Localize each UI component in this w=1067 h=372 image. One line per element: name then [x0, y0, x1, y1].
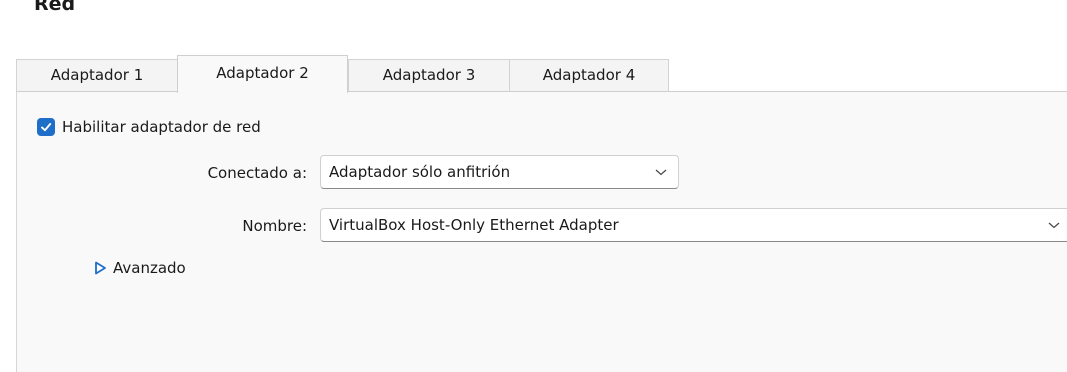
chevron-down-icon — [655, 169, 667, 176]
tab-adapter-2[interactable]: Adaptador 2 — [177, 55, 348, 93]
section-title: Red — [34, 0, 76, 15]
advanced-toggle[interactable]: Avanzado — [93, 257, 186, 279]
triangle-right-icon — [95, 261, 106, 275]
tab-adapter-1[interactable]: Adaptador 1 — [16, 59, 178, 91]
name-select[interactable]: VirtualBox Host-Only Ethernet Adapter — [320, 208, 1067, 242]
attached-to-value: Adaptador sólo anfitrión — [329, 163, 511, 181]
adapter-tab-bar: Adaptador 1 Adaptador 2 Adaptador 3 Adap… — [16, 55, 1067, 93]
advanced-label: Avanzado — [113, 259, 186, 277]
name-value: VirtualBox Host-Only Ethernet Adapter — [329, 216, 619, 234]
network-settings-page: Red Adaptador 1 Adaptador 2 Adaptador 3 … — [0, 0, 1067, 372]
adapter-panel: Habilitar adaptador de red Conectado a: … — [16, 91, 1067, 372]
checkmark-icon — [41, 123, 52, 132]
enable-adapter-row[interactable]: Habilitar adaptador de red — [37, 116, 261, 138]
attached-to-select[interactable]: Adaptador sólo anfitrión — [320, 155, 679, 189]
attached-to-label: Conectado a: — [207, 164, 307, 182]
name-label: Nombre: — [242, 217, 307, 235]
enable-adapter-label: Habilitar adaptador de red — [62, 118, 261, 136]
tab-adapter-3[interactable]: Adaptador 3 — [348, 59, 510, 91]
tab-adapter-4[interactable]: Adaptador 4 — [509, 59, 669, 91]
enable-adapter-checkbox[interactable] — [37, 118, 55, 136]
chevron-down-icon — [1048, 222, 1060, 229]
